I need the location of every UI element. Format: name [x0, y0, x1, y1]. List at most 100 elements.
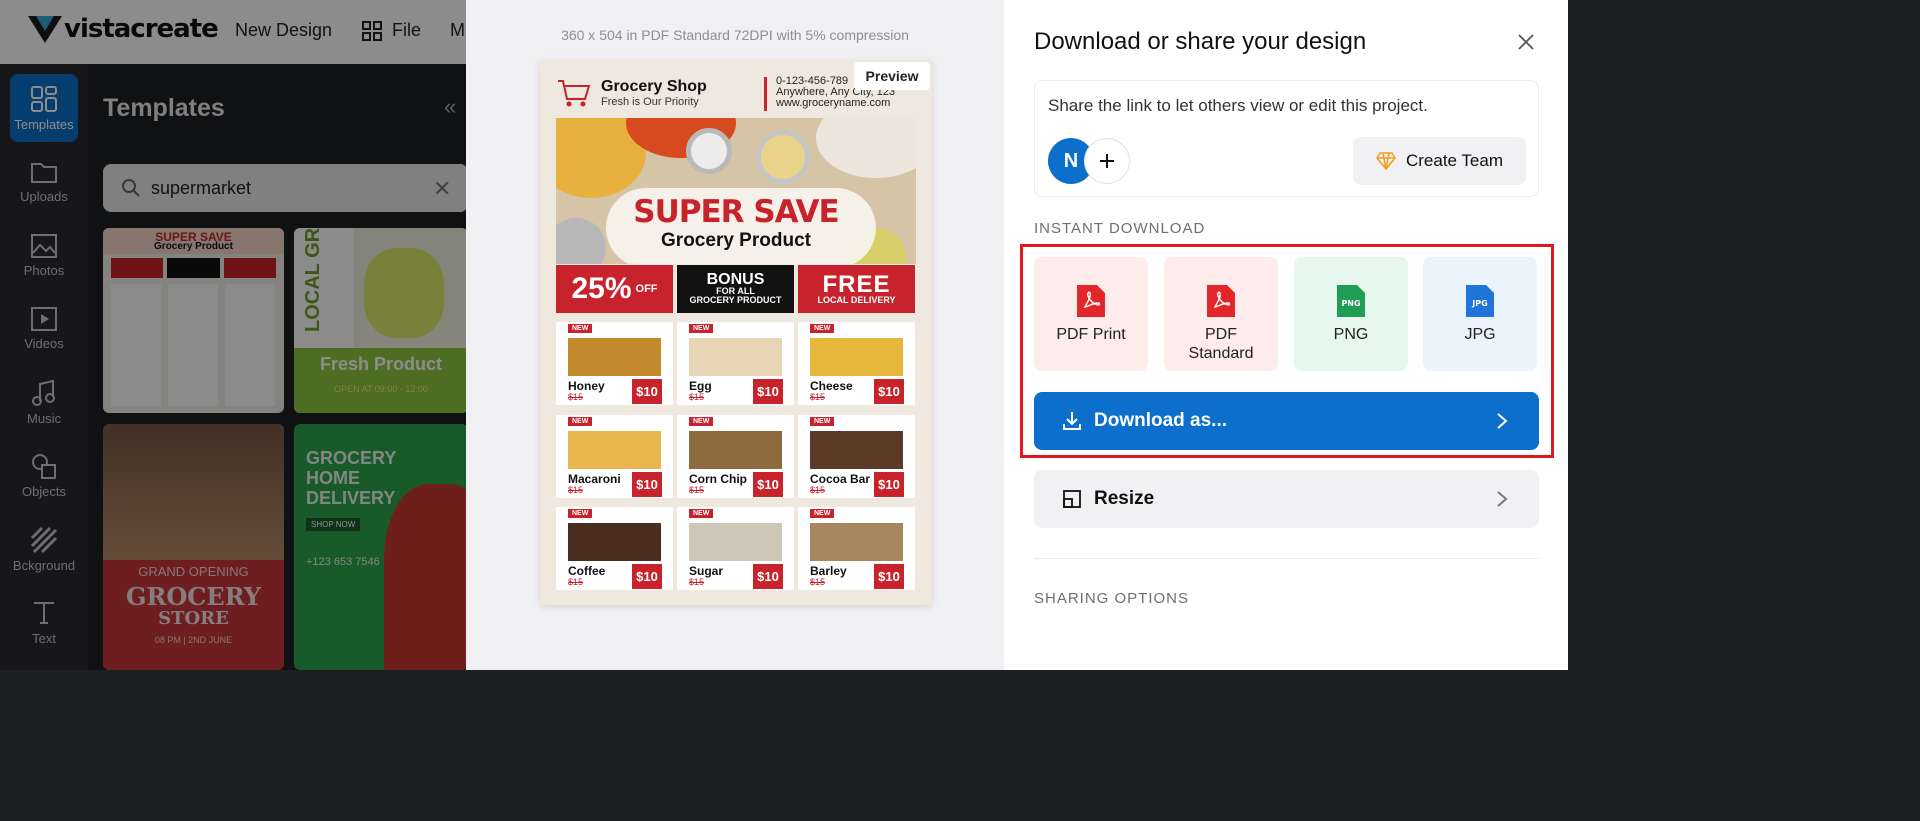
flyer-divider: [764, 77, 767, 111]
format-label: PDF Standard: [1188, 326, 1254, 362]
preview-area: 360 x 504 in PDF Standard 72DPI with 5% …: [466, 0, 1004, 670]
close-icon: [1518, 34, 1534, 50]
product-image: [689, 338, 782, 376]
product-old-price: $15: [689, 392, 705, 402]
jpg-option[interactable]: JPG JPG: [1423, 257, 1537, 371]
product-image: [568, 431, 661, 469]
product-old-price: $15: [689, 577, 705, 587]
product-old-price: $15: [810, 392, 826, 402]
svg-text:PNG: PNG: [1341, 299, 1360, 308]
chevron-right-icon: [1497, 413, 1508, 429]
new-tag: NEW: [810, 417, 835, 426]
product-card: NEW Sugar $15 $10: [677, 507, 794, 590]
flyer-free-sub: LOCAL DELIVERY: [817, 294, 896, 305]
pdf-standard-option[interactable]: PDF Standard: [1164, 257, 1278, 371]
product-image: [689, 431, 782, 469]
product-price: $10: [874, 472, 904, 497]
product-card: NEW Egg $15 $10: [677, 322, 794, 405]
format-label: JPG: [1464, 326, 1496, 343]
diamond-icon: [1376, 152, 1396, 170]
flyer-free-band: FREE LOCAL DELIVERY: [798, 265, 915, 313]
product-card: NEW Coffee $15 $10: [556, 507, 673, 590]
product-card: NEW Cheese $15 $10: [798, 322, 915, 405]
new-tag: NEW: [568, 509, 593, 518]
cart-icon: [558, 80, 591, 107]
svg-text:JPG: JPG: [1471, 299, 1487, 308]
product-image: [810, 523, 903, 561]
flyer-bonus-band: BONUS FOR ALL GROCERY PRODUCT: [677, 265, 794, 313]
product-card: NEW Macaroni $15 $10: [556, 415, 673, 498]
chevron-right-icon: [1497, 491, 1508, 507]
product-old-price: $15: [810, 485, 826, 495]
flyer-offer-band: 25% OFF: [556, 265, 673, 313]
modal-overlay[interactable]: [0, 0, 466, 670]
close-button[interactable]: [1514, 30, 1538, 54]
design-preview: Grocery Shop Fresh is Our Priority 0-123…: [540, 60, 932, 605]
flyer-offer-pct: 25%: [571, 272, 632, 305]
export-specs: 360 x 504 in PDF Standard 72DPI with 5% …: [561, 27, 909, 43]
divider: [1034, 558, 1539, 559]
product-price: $10: [874, 379, 904, 404]
new-tag: NEW: [689, 509, 714, 518]
product-image: [568, 523, 661, 561]
flyer-subheadline: Grocery Product: [661, 230, 811, 251]
product-price: $10: [753, 472, 783, 497]
product-price: $10: [874, 564, 904, 589]
product-price: $10: [753, 564, 783, 589]
download-as-button[interactable]: Download as...: [1034, 392, 1539, 450]
new-tag: NEW: [568, 324, 593, 333]
resize-button[interactable]: Resize: [1034, 470, 1539, 528]
resize-label: Resize: [1094, 488, 1155, 509]
product-price: $10: [632, 472, 662, 497]
png-option[interactable]: PNG PNG: [1294, 257, 1408, 371]
flyer-bonus: BONUS: [706, 271, 765, 288]
product-name: Corn Chip: [689, 472, 747, 486]
product-price: $10: [753, 379, 783, 404]
pdf-icon: [1077, 285, 1105, 317]
product-name: Cheese: [810, 379, 853, 393]
create-team-label: Create Team: [1405, 151, 1503, 170]
product-old-price: $15: [568, 392, 584, 402]
new-tag: NEW: [810, 509, 835, 518]
flyer-headline: SUPER SAVE: [633, 194, 839, 230]
download-share-panel: Download or share your design Share the …: [1004, 0, 1568, 670]
jpg-icon: JPG: [1466, 285, 1494, 317]
resize-icon: [1063, 490, 1081, 508]
product-old-price: $15: [568, 577, 584, 587]
flyer-shop-name: Grocery Shop: [601, 78, 707, 95]
product-name: Egg: [689, 379, 712, 393]
product-name: Barley: [810, 564, 847, 578]
product-image: [689, 523, 782, 561]
product-image: [810, 431, 903, 469]
product-card: NEW Barley $15 $10: [798, 507, 915, 590]
product-image: [568, 338, 661, 376]
create-team-button[interactable]: Create Team: [1353, 137, 1526, 185]
new-tag: NEW: [689, 417, 714, 426]
png-icon: PNG: [1337, 285, 1365, 317]
new-tag: NEW: [810, 324, 835, 333]
flyer-bonus-sub2: GROCERY PRODUCT: [689, 295, 782, 305]
share-description: Share the link to let others view or edi…: [1048, 96, 1428, 115]
plus-icon: [1100, 154, 1114, 168]
format-label: PNG: [1333, 326, 1369, 343]
add-member-button[interactable]: [1084, 138, 1130, 184]
format-label: PDF Print: [1056, 326, 1126, 343]
product-old-price: $15: [568, 485, 584, 495]
product-image: [810, 338, 903, 376]
product-old-price: $15: [689, 485, 705, 495]
pdf-print-option[interactable]: PDF Print: [1034, 257, 1148, 371]
product-card: NEW Honey $15 $10: [556, 322, 673, 405]
product-price: $10: [632, 379, 662, 404]
product-name: Coffee: [568, 564, 606, 578]
flyer-free: FREE: [822, 270, 891, 298]
sharing-options-label: SHARING OPTIONS: [1034, 590, 1190, 607]
flyer-offer-off: OFF: [635, 283, 658, 295]
product-name: Cocoa Bar: [810, 472, 871, 486]
product-card: NEW Corn Chip $15 $10: [677, 415, 794, 498]
preview-badge: Preview: [854, 62, 930, 90]
product-name: Macaroni: [568, 472, 621, 486]
product-card: NEW Cocoa Bar $15 $10: [798, 415, 915, 498]
share-link-box: Share the link to let others view or edi…: [1034, 80, 1539, 197]
flyer-website: www.groceryname.com: [776, 97, 891, 109]
product-old-price: $15: [810, 577, 826, 587]
